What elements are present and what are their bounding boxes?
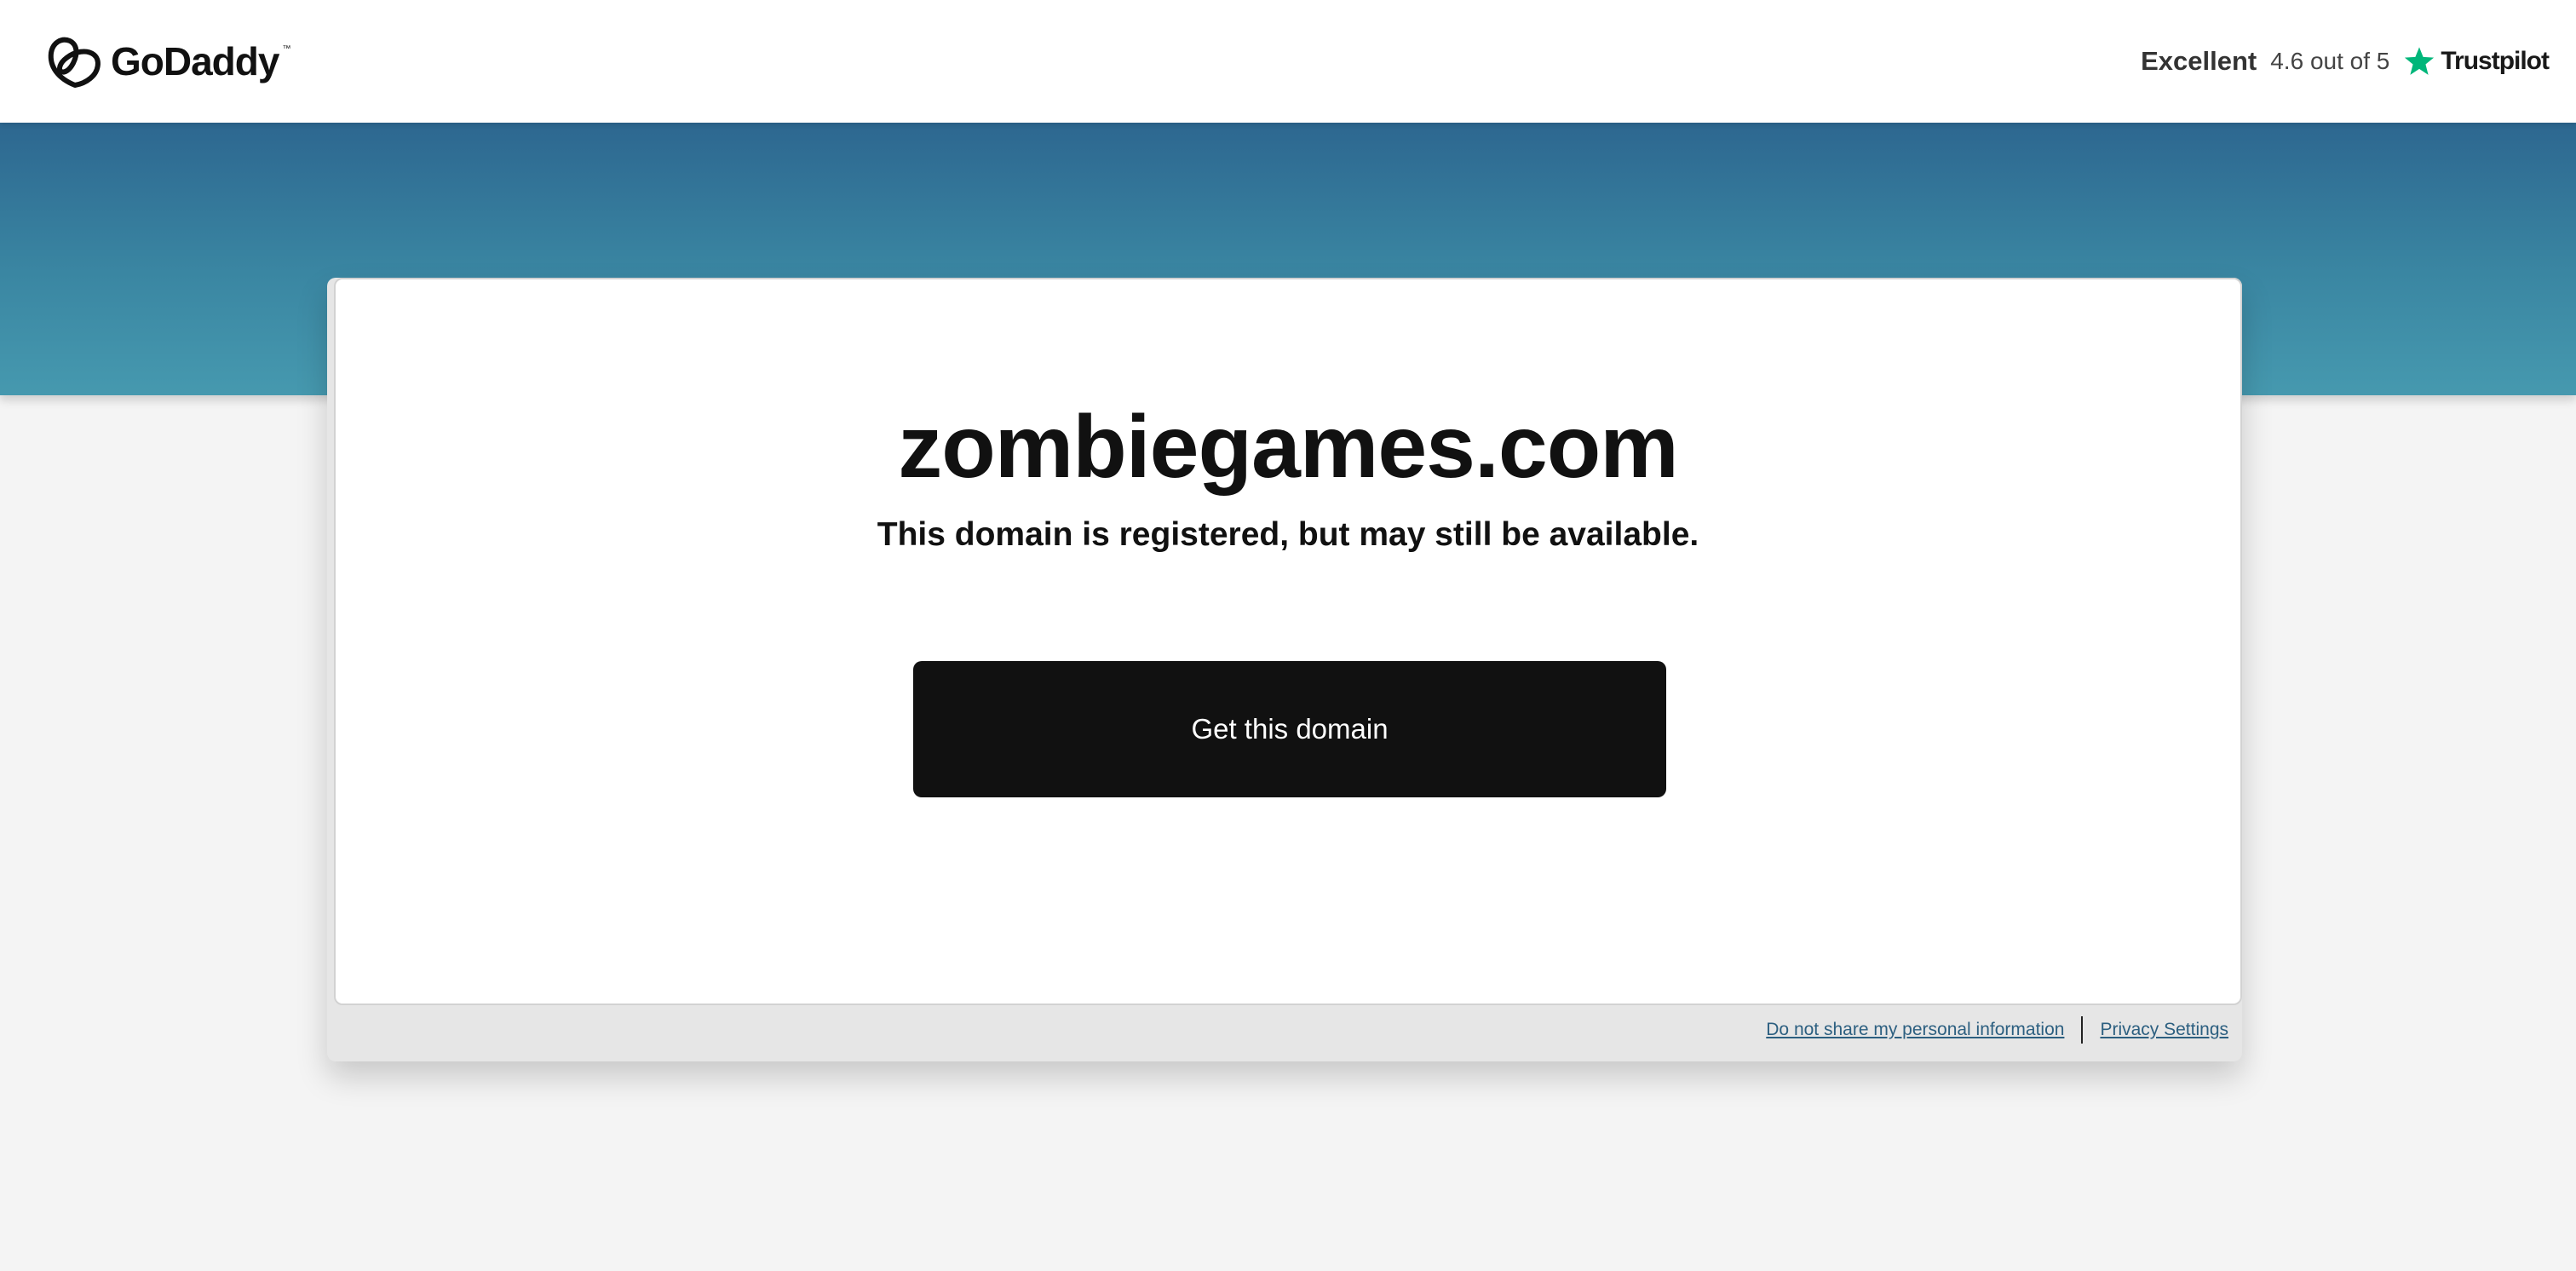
domain-status-text: This domain is registered, but may still… — [877, 516, 1699, 553]
footer-links: Do not share my personal information Pri… — [1766, 1015, 2228, 1044]
get-domain-button[interactable]: Get this domain — [913, 661, 1666, 797]
logo-text: GoDaddy — [111, 39, 279, 83]
trustpilot-star-icon — [2405, 47, 2435, 75]
rating-score: 4.6 out of 5 — [2270, 48, 2390, 74]
domain-name: zombiegames.com — [898, 398, 1679, 497]
rating-label: Excellent — [2141, 46, 2257, 76]
trustpilot-brand: Trustpilot — [2403, 45, 2550, 78]
trademark-mark: ™ — [282, 44, 291, 54]
godaddy-logo-icon — [48, 37, 101, 88]
trustpilot-rating[interactable]: Excellent 4.6 out of 5 Trustpilot — [2141, 37, 2550, 85]
privacy-settings-link[interactable]: Privacy Settings — [2100, 1020, 2228, 1040]
top-bar: GoDaddy ™ Excellent 4.6 out of 5 Trustpi… — [0, 0, 2576, 123]
godaddy-logo[interactable]: GoDaddy ™ — [46, 34, 290, 89]
trustpilot-label: Trustpilot — [2441, 47, 2550, 75]
do-not-share-link[interactable]: Do not share my personal information — [1766, 1020, 2064, 1040]
domain-card: zombiegames.com This domain is registere… — [334, 278, 2242, 1005]
footer-divider — [2081, 1016, 2084, 1044]
